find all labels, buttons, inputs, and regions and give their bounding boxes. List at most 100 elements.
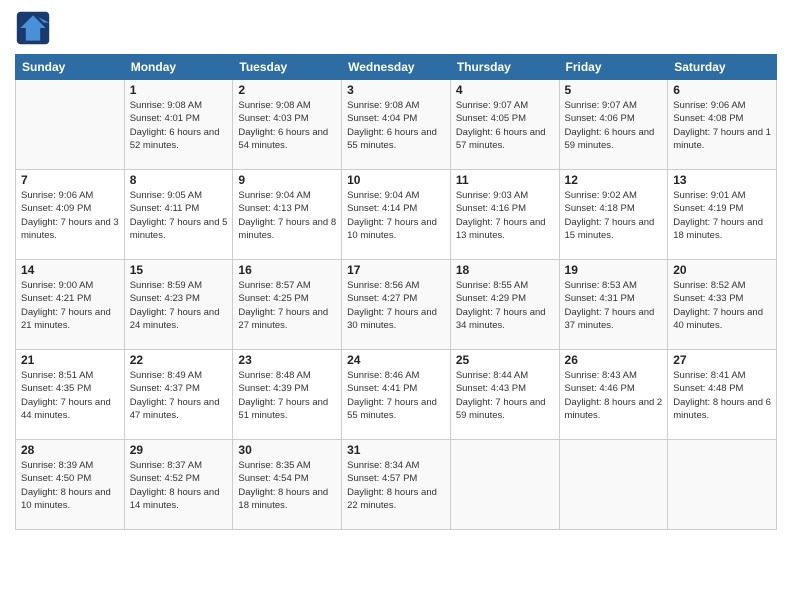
calendar-day-cell: 4 Sunrise: 9:07 AM Sunset: 4:05 PM Daylig…: [450, 80, 559, 170]
day-number: 27: [673, 353, 771, 367]
calendar-header-cell: Saturday: [668, 55, 777, 80]
calendar-day-cell: 9 Sunrise: 9:04 AM Sunset: 4:13 PM Daylig…: [233, 170, 342, 260]
calendar-day-cell: 31 Sunrise: 8:34 AM Sunset: 4:57 PM Dayli…: [342, 440, 451, 530]
calendar-header-cell: Thursday: [450, 55, 559, 80]
day-info: Sunrise: 8:46 AM Sunset: 4:41 PM Dayligh…: [347, 369, 445, 422]
day-info: Sunrise: 9:01 AM Sunset: 4:19 PM Dayligh…: [673, 189, 771, 242]
day-info: Sunrise: 9:00 AM Sunset: 4:21 PM Dayligh…: [21, 279, 119, 332]
day-info: Sunrise: 8:56 AM Sunset: 4:27 PM Dayligh…: [347, 279, 445, 332]
calendar-day-cell: 5Sunrise: 9:07 AM Sunset: 4:06 PM Daylig…: [559, 80, 668, 170]
calendar-week-row: 7 Sunrise: 9:06 AM Sunset: 4:09 PM Daylig…: [16, 170, 777, 260]
calendar-day-cell: 16 Sunrise: 8:57 AM Sunset: 4:25 PM Dayli…: [233, 260, 342, 350]
day-info: Sunrise: 9:04 AM Sunset: 4:14 PM Dayligh…: [347, 189, 445, 242]
day-number: 24: [347, 353, 445, 367]
calendar-day-cell: 10 Sunrise: 9:04 AM Sunset: 4:14 PM Dayli…: [342, 170, 451, 260]
day-info: Sunrise: 9:05 AM Sunset: 4:11 PM Dayligh…: [130, 189, 228, 242]
calendar-day-cell: 29Sunrise: 8:37 AM Sunset: 4:52 PM Dayli…: [124, 440, 233, 530]
day-info: Sunrise: 8:34 AM Sunset: 4:57 PM Dayligh…: [347, 459, 445, 512]
day-number: 4: [456, 83, 554, 97]
day-info: Sunrise: 8:57 AM Sunset: 4:25 PM Dayligh…: [238, 279, 336, 332]
calendar-day-cell: 30 Sunrise: 8:35 AM Sunset: 4:54 PM Dayli…: [233, 440, 342, 530]
day-number: 1: [130, 83, 228, 97]
logo-icon: [15, 10, 51, 46]
calendar-day-cell: 24 Sunrise: 8:46 AM Sunset: 4:41 PM Dayli…: [342, 350, 451, 440]
day-number: 21: [21, 353, 119, 367]
calendar-day-cell: 19 Sunrise: 8:53 AM Sunset: 4:31 PM Dayli…: [559, 260, 668, 350]
calendar-day-cell: [559, 440, 668, 530]
day-number: 16: [238, 263, 336, 277]
calendar-day-cell: 6 Sunrise: 9:06 AM Sunset: 4:08 PM Daylig…: [668, 80, 777, 170]
day-number: 11: [456, 173, 554, 187]
day-number: 22: [130, 353, 228, 367]
calendar-day-cell: 3 Sunrise: 9:08 AM Sunset: 4:04 PM Daylig…: [342, 80, 451, 170]
day-number: 29: [130, 443, 228, 457]
calendar-day-cell: 28Sunrise: 8:39 AM Sunset: 4:50 PM Dayli…: [16, 440, 125, 530]
day-number: 3: [347, 83, 445, 97]
page-container: SundayMondayTuesdayWednesdayThursdayFrid…: [0, 0, 792, 540]
day-number: 31: [347, 443, 445, 457]
calendar-day-cell: 18 Sunrise: 8:55 AM Sunset: 4:29 PM Dayli…: [450, 260, 559, 350]
day-info: Sunrise: 8:53 AM Sunset: 4:31 PM Dayligh…: [565, 279, 663, 332]
day-info: Sunrise: 9:06 AM Sunset: 4:09 PM Dayligh…: [21, 189, 119, 242]
calendar-week-row: 14Sunrise: 9:00 AM Sunset: 4:21 PM Dayli…: [16, 260, 777, 350]
day-info: Sunrise: 8:52 AM Sunset: 4:33 PM Dayligh…: [673, 279, 771, 332]
day-info: Sunrise: 8:41 AM Sunset: 4:48 PM Dayligh…: [673, 369, 771, 422]
day-number: 6: [673, 83, 771, 97]
day-number: 20: [673, 263, 771, 277]
day-info: Sunrise: 9:03 AM Sunset: 4:16 PM Dayligh…: [456, 189, 554, 242]
day-number: 13: [673, 173, 771, 187]
calendar-day-cell: 1Sunrise: 9:08 AM Sunset: 4:01 PM Daylig…: [124, 80, 233, 170]
day-info: Sunrise: 9:06 AM Sunset: 4:08 PM Dayligh…: [673, 99, 771, 152]
calendar-day-cell: 17 Sunrise: 8:56 AM Sunset: 4:27 PM Dayli…: [342, 260, 451, 350]
day-number: 30: [238, 443, 336, 457]
day-number: 12: [565, 173, 663, 187]
day-number: 28: [21, 443, 119, 457]
day-number: 18: [456, 263, 554, 277]
day-info: Sunrise: 8:51 AM Sunset: 4:35 PM Dayligh…: [21, 369, 119, 422]
calendar-day-cell: 27 Sunrise: 8:41 AM Sunset: 4:48 PM Dayli…: [668, 350, 777, 440]
calendar-week-row: 21 Sunrise: 8:51 AM Sunset: 4:35 PM Dayli…: [16, 350, 777, 440]
calendar-header-cell: Sunday: [16, 55, 125, 80]
calendar-header-cell: Wednesday: [342, 55, 451, 80]
day-info: Sunrise: 9:04 AM Sunset: 4:13 PM Dayligh…: [238, 189, 336, 242]
day-number: 2: [238, 83, 336, 97]
day-number: 19: [565, 263, 663, 277]
calendar-day-cell: 2 Sunrise: 9:08 AM Sunset: 4:03 PM Daylig…: [233, 80, 342, 170]
calendar-day-cell: [450, 440, 559, 530]
day-info: Sunrise: 8:43 AM Sunset: 4:46 PM Dayligh…: [565, 369, 663, 422]
day-number: 10: [347, 173, 445, 187]
day-info: Sunrise: 9:02 AM Sunset: 4:18 PM Dayligh…: [565, 189, 663, 242]
day-number: 7: [21, 173, 119, 187]
calendar-day-cell: 12 Sunrise: 9:02 AM Sunset: 4:18 PM Dayli…: [559, 170, 668, 260]
calendar-day-cell: [668, 440, 777, 530]
calendar-day-cell: 15Sunrise: 8:59 AM Sunset: 4:23 PM Dayli…: [124, 260, 233, 350]
day-info: Sunrise: 9:07 AM Sunset: 4:05 PM Dayligh…: [456, 99, 554, 152]
day-number: 23: [238, 353, 336, 367]
calendar-header-row: SundayMondayTuesdayWednesdayThursdayFrid…: [16, 55, 777, 80]
calendar-day-cell: 26 Sunrise: 8:43 AM Sunset: 4:46 PM Dayli…: [559, 350, 668, 440]
header: [15, 10, 777, 46]
calendar-day-cell: 14Sunrise: 9:00 AM Sunset: 4:21 PM Dayli…: [16, 260, 125, 350]
calendar-header-cell: Monday: [124, 55, 233, 80]
calendar-day-cell: 21 Sunrise: 8:51 AM Sunset: 4:35 PM Dayli…: [16, 350, 125, 440]
day-number: 17: [347, 263, 445, 277]
calendar-week-row: 1Sunrise: 9:08 AM Sunset: 4:01 PM Daylig…: [16, 80, 777, 170]
day-number: 26: [565, 353, 663, 367]
day-info: Sunrise: 8:49 AM Sunset: 4:37 PM Dayligh…: [130, 369, 228, 422]
day-number: 25: [456, 353, 554, 367]
calendar-day-cell: [16, 80, 125, 170]
day-info: Sunrise: 9:08 AM Sunset: 4:03 PM Dayligh…: [238, 99, 336, 152]
calendar-day-cell: 11 Sunrise: 9:03 AM Sunset: 4:16 PM Dayli…: [450, 170, 559, 260]
calendar-day-cell: 13 Sunrise: 9:01 AM Sunset: 4:19 PM Dayli…: [668, 170, 777, 260]
day-info: Sunrise: 9:08 AM Sunset: 4:04 PM Dayligh…: [347, 99, 445, 152]
day-info: Sunrise: 8:55 AM Sunset: 4:29 PM Dayligh…: [456, 279, 554, 332]
calendar-day-cell: 20 Sunrise: 8:52 AM Sunset: 4:33 PM Dayli…: [668, 260, 777, 350]
day-info: Sunrise: 8:35 AM Sunset: 4:54 PM Dayligh…: [238, 459, 336, 512]
day-info: Sunrise: 8:44 AM Sunset: 4:43 PM Dayligh…: [456, 369, 554, 422]
calendar-day-cell: 7 Sunrise: 9:06 AM Sunset: 4:09 PM Daylig…: [16, 170, 125, 260]
day-info: Sunrise: 8:48 AM Sunset: 4:39 PM Dayligh…: [238, 369, 336, 422]
calendar-day-cell: 22 Sunrise: 8:49 AM Sunset: 4:37 PM Dayli…: [124, 350, 233, 440]
day-number: 8: [130, 173, 228, 187]
day-number: 9: [238, 173, 336, 187]
calendar-body: 1Sunrise: 9:08 AM Sunset: 4:01 PM Daylig…: [16, 80, 777, 530]
